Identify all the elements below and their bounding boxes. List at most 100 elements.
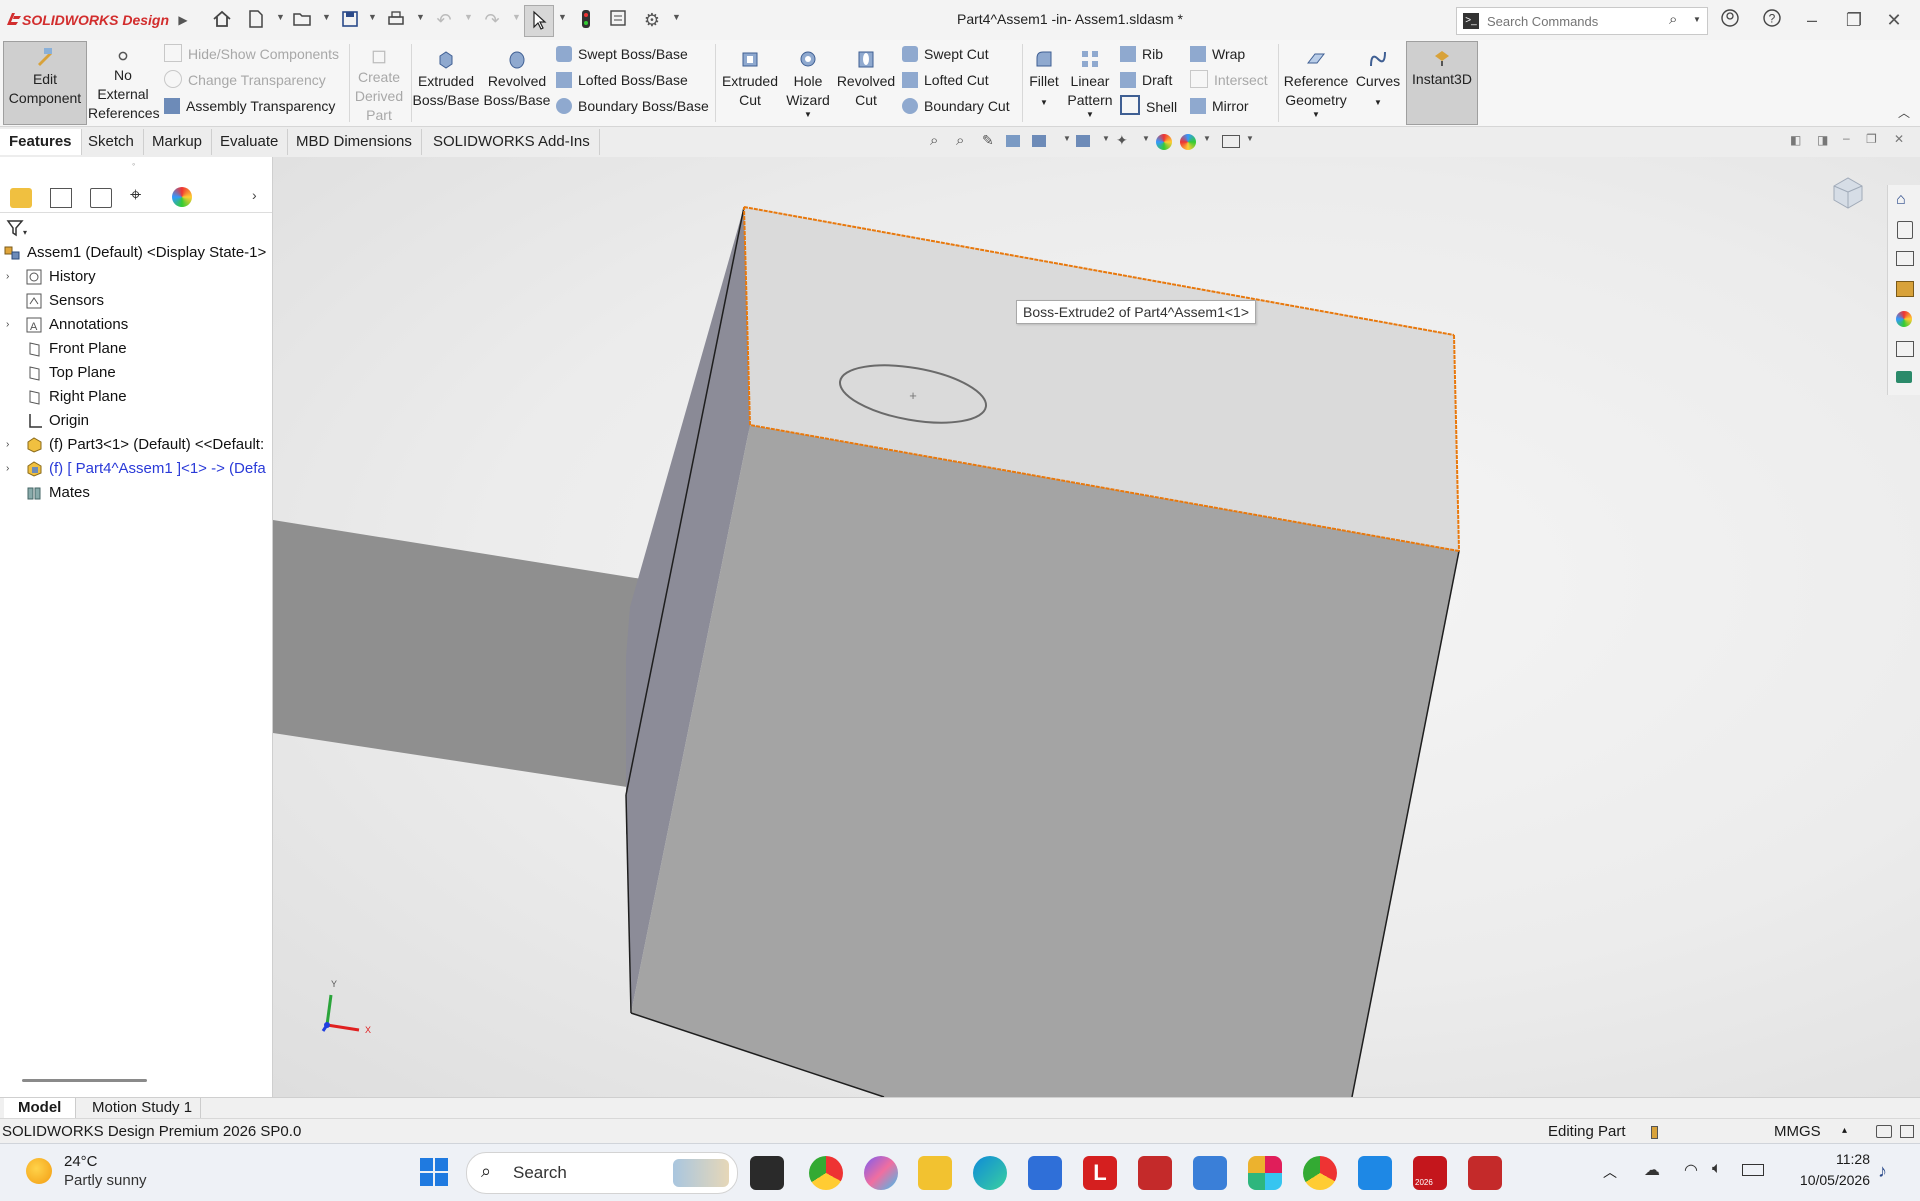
expand-arrow-icon[interactable]: › [6,433,16,457]
unit-system[interactable]: MMGS [1774,1119,1821,1144]
pdf-tool-icon[interactable] [1138,1156,1172,1190]
outlook-icon[interactable] [1193,1156,1227,1190]
windows-start-icon[interactable] [418,1156,450,1188]
chevron-down-icon[interactable]: ▼ [416,12,425,22]
show-hidden-icons-chevron-icon[interactable]: ︿ [1603,1162,1617,1182]
revolved-boss-base-button[interactable]: Revolved Boss/Base [482,44,552,110]
vs-code-icon[interactable] [1358,1156,1392,1190]
rib-button[interactable]: Rib [1120,43,1163,65]
solidworks-resources-icon[interactable]: ⌂ [1896,191,1906,209]
quick-tips-icon[interactable] [1876,1125,1892,1138]
chevron-down-icon[interactable]: ▼ [368,12,377,22]
gear-icon[interactable]: ⚙ [640,8,664,32]
zoom-to-fit-icon[interactable]: ⌕ [930,132,938,149]
chevron-up-icon[interactable]: ▴ [1842,1118,1847,1143]
chevron-down-icon[interactable]: ▼ [276,12,285,22]
chevron-down-icon[interactable]: ▼ [1280,110,1352,120]
extruded-cut-button[interactable]: Extruded Cut [716,44,784,110]
fillet-button[interactable]: Fillet ▼ [1026,44,1062,115]
display-style-icon[interactable] [1076,135,1090,147]
search-commands-input[interactable] [1485,11,1669,31]
chevron-down-icon[interactable]: ▼ [1102,134,1110,143]
no-external-references-button[interactable]: No External References [88,44,160,123]
chevron-down-icon[interactable]: ▼ [1026,91,1062,115]
chevron-down-icon[interactable]: ▼ [1064,110,1116,120]
curves-button[interactable]: Curves ▼ [1354,44,1402,115]
design-library-icon[interactable] [1897,221,1913,239]
slack-icon[interactable] [1248,1156,1282,1190]
chevron-down-icon[interactable]: ▼ [1203,134,1211,143]
hide-show-items-icon[interactable]: ✦ [1116,132,1128,149]
edit-component-button[interactable]: Edit Component [3,41,87,125]
task-view-icon[interactable] [750,1156,784,1190]
previous-view-icon[interactable]: ✎ [982,132,994,149]
chevron-down-icon[interactable]: ▼ [464,12,473,22]
select-cursor-icon[interactable] [524,5,554,37]
edge-icon[interactable] [973,1156,1007,1190]
file-properties-icon[interactable] [606,8,630,32]
shell-button[interactable]: Shell [1120,95,1177,117]
open-folder-icon[interactable] [290,8,314,32]
flyout-arrow-icon[interactable]: ▶ [171,8,195,32]
part3-body[interactable] [273,520,673,794]
doc-minimize-icon[interactable]: – [1843,131,1850,145]
doc-restore-icon[interactable]: ❐ [1866,132,1877,146]
appearances-icon[interactable] [1896,311,1912,327]
solidworks-forum-icon[interactable] [1896,371,1912,383]
swept-boss-base-button[interactable]: Swept Boss/Base [556,43,688,65]
clock-time[interactable]: 11:28 [1780,1151,1870,1167]
wrap-button[interactable]: Wrap [1190,43,1245,65]
weather-widget[interactable]: 24°C Partly sunny [10,1150,190,1194]
volume-icon[interactable]: 🔈︎ [1712,1160,1722,1178]
configuration-manager-tab-icon[interactable] [90,188,112,208]
copilot-icon[interactable] [864,1156,898,1190]
expand-arrow-icon[interactable]: › [6,457,16,481]
reference-geometry-button[interactable]: Reference Geometry ▼ [1280,44,1352,120]
expand-arrow-icon[interactable]: › [6,265,16,289]
create-derived-part-button[interactable]: Create Derived Part [350,44,408,125]
intersect-button[interactable]: Intersect [1190,69,1268,91]
acrobat-icon[interactable] [1468,1156,1502,1190]
file-explorer-icon[interactable] [1896,251,1914,266]
tile-horizontal-icon[interactable]: ◧ [1790,133,1801,147]
custom-properties-icon[interactable] [1896,341,1914,357]
tab-solidworks-add-ins[interactable]: SOLIDWORKS Add-Ins [424,129,600,155]
tab-evaluate[interactable]: Evaluate [211,129,289,155]
swept-cut-button[interactable]: Swept Cut [902,43,989,65]
chevron-down-icon[interactable]: ▼ [512,12,521,22]
restore-window-icon[interactable]: ❐ [1842,8,1866,32]
file-explorer-icon[interactable] [918,1156,952,1190]
customize-status-icon[interactable] [1900,1125,1914,1138]
search-commands-box[interactable]: >_ ⌕ ▼ [1456,7,1708,35]
home-icon[interactable] [210,8,234,32]
tab-markup[interactable]: Markup [143,129,213,155]
tree-item-part4[interactable]: › (f) [ Part4^Assem1 ]<1> -> (Defa [0,457,272,481]
tree-item-part3[interactable]: › (f) Part3<1> (Default) <<Default: [0,433,272,457]
collapse-ribbon-icon[interactable]: ︿ [1898,104,1910,121]
view-settings-icon[interactable] [1222,135,1240,148]
view-orientation-icon[interactable] [1032,135,1046,147]
l-app-icon[interactable]: L [1083,1156,1117,1190]
chevron-down-icon[interactable]: ▼ [1063,134,1071,143]
clock-date[interactable]: 10/05/2026 [1780,1172,1870,1188]
tab-sketch[interactable]: Sketch [79,129,144,155]
microsoft-store-icon[interactable] [1028,1156,1062,1190]
feature-manager-tab-icon[interactable] [10,188,32,208]
chevron-down-icon[interactable]: ▼ [322,12,331,22]
print-icon[interactable] [384,8,408,32]
graphics-area[interactable]: + Boss-Extrude2 of Part4^Assem1<1> Y X [273,157,1920,1097]
tab-features[interactable]: Features [0,129,82,155]
chevron-down-icon[interactable]: ▼ [672,12,681,22]
zoom-to-area-icon[interactable]: ⌕ [956,132,964,149]
view-palette-icon[interactable] [1896,281,1914,297]
boundary-boss-base-button[interactable]: Boundary Boss/Base [556,95,709,117]
undo-icon[interactable]: ↶ [432,8,456,32]
close-window-icon[interactable]: ✕ [1882,8,1906,32]
chevron-down-icon[interactable]: ▼ [1693,15,1701,24]
draft-button[interactable]: Draft [1120,69,1172,91]
user-account-icon[interactable] [1718,8,1742,32]
search-icon[interactable]: ⌕ [1669,11,1677,28]
minimize-window-icon[interactable]: – [1800,8,1824,32]
tile-vertical-icon[interactable]: ◨ [1817,133,1828,147]
filter-icon[interactable]: ▾ [6,219,28,242]
